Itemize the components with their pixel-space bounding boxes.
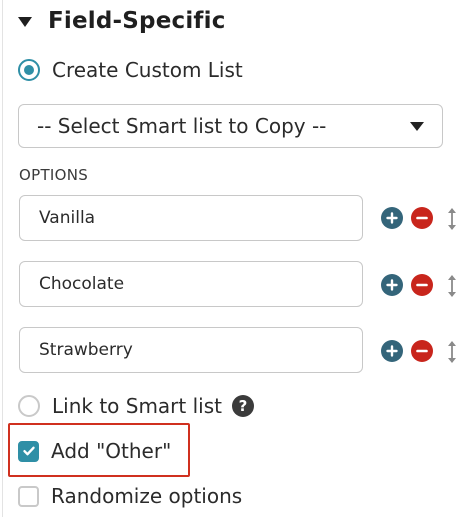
- drag-handle-icon[interactable]: [446, 273, 458, 299]
- drag-handle-icon[interactable]: [446, 339, 458, 365]
- add-option-button-1[interactable]: [381, 207, 403, 229]
- remove-option-button-1[interactable]: [411, 207, 433, 229]
- help-icon[interactable]: ?: [231, 395, 254, 417]
- minus-icon: [416, 216, 428, 220]
- options-header: OPTIONS: [19, 166, 89, 184]
- add-other-checkbox[interactable]: [18, 440, 39, 462]
- link-smart-list-option[interactable]: Link to Smart list ?: [18, 394, 254, 418]
- plus-icon: [386, 212, 398, 224]
- minus-icon: [416, 283, 428, 287]
- smart-list-select-value: -- Select Smart list to Copy --: [37, 114, 327, 138]
- randomize-option[interactable]: Randomize options: [18, 484, 242, 508]
- option-input-3[interactable]: [19, 327, 363, 373]
- field-specific-section-toggle[interactable]: Field-Specific: [18, 2, 226, 40]
- create-custom-list-label: Create Custom List: [52, 58, 243, 82]
- plus-icon: [386, 279, 398, 291]
- drag-handle-icon[interactable]: [446, 206, 458, 232]
- create-custom-list-radio[interactable]: [18, 59, 40, 81]
- option-input-1[interactable]: [19, 195, 363, 241]
- randomize-checkbox[interactable]: [18, 485, 39, 507]
- plus-icon: [386, 345, 398, 357]
- minus-icon: [416, 349, 428, 353]
- smart-list-select[interactable]: -- Select Smart list to Copy --: [18, 104, 443, 148]
- link-smart-list-label: Link to Smart list: [52, 394, 222, 418]
- option-input-2[interactable]: [19, 261, 363, 307]
- remove-option-button-2[interactable]: [411, 274, 433, 296]
- checkmark-icon: [22, 446, 35, 456]
- caret-down-icon: [18, 17, 32, 27]
- add-option-button-2[interactable]: [381, 274, 403, 296]
- add-other-label: Add "Other": [51, 439, 172, 463]
- remove-option-button-3[interactable]: [411, 340, 433, 362]
- add-other-option[interactable]: Add "Other": [18, 439, 171, 463]
- add-option-button-3[interactable]: [381, 340, 403, 362]
- link-smart-list-radio[interactable]: [18, 395, 40, 417]
- section-title: Field-Specific: [48, 8, 226, 34]
- randomize-label: Randomize options: [51, 484, 243, 508]
- dropdown-caret-icon: [410, 122, 424, 131]
- create-custom-list-option[interactable]: Create Custom List: [18, 58, 243, 82]
- panel-left-border: [2, 0, 3, 517]
